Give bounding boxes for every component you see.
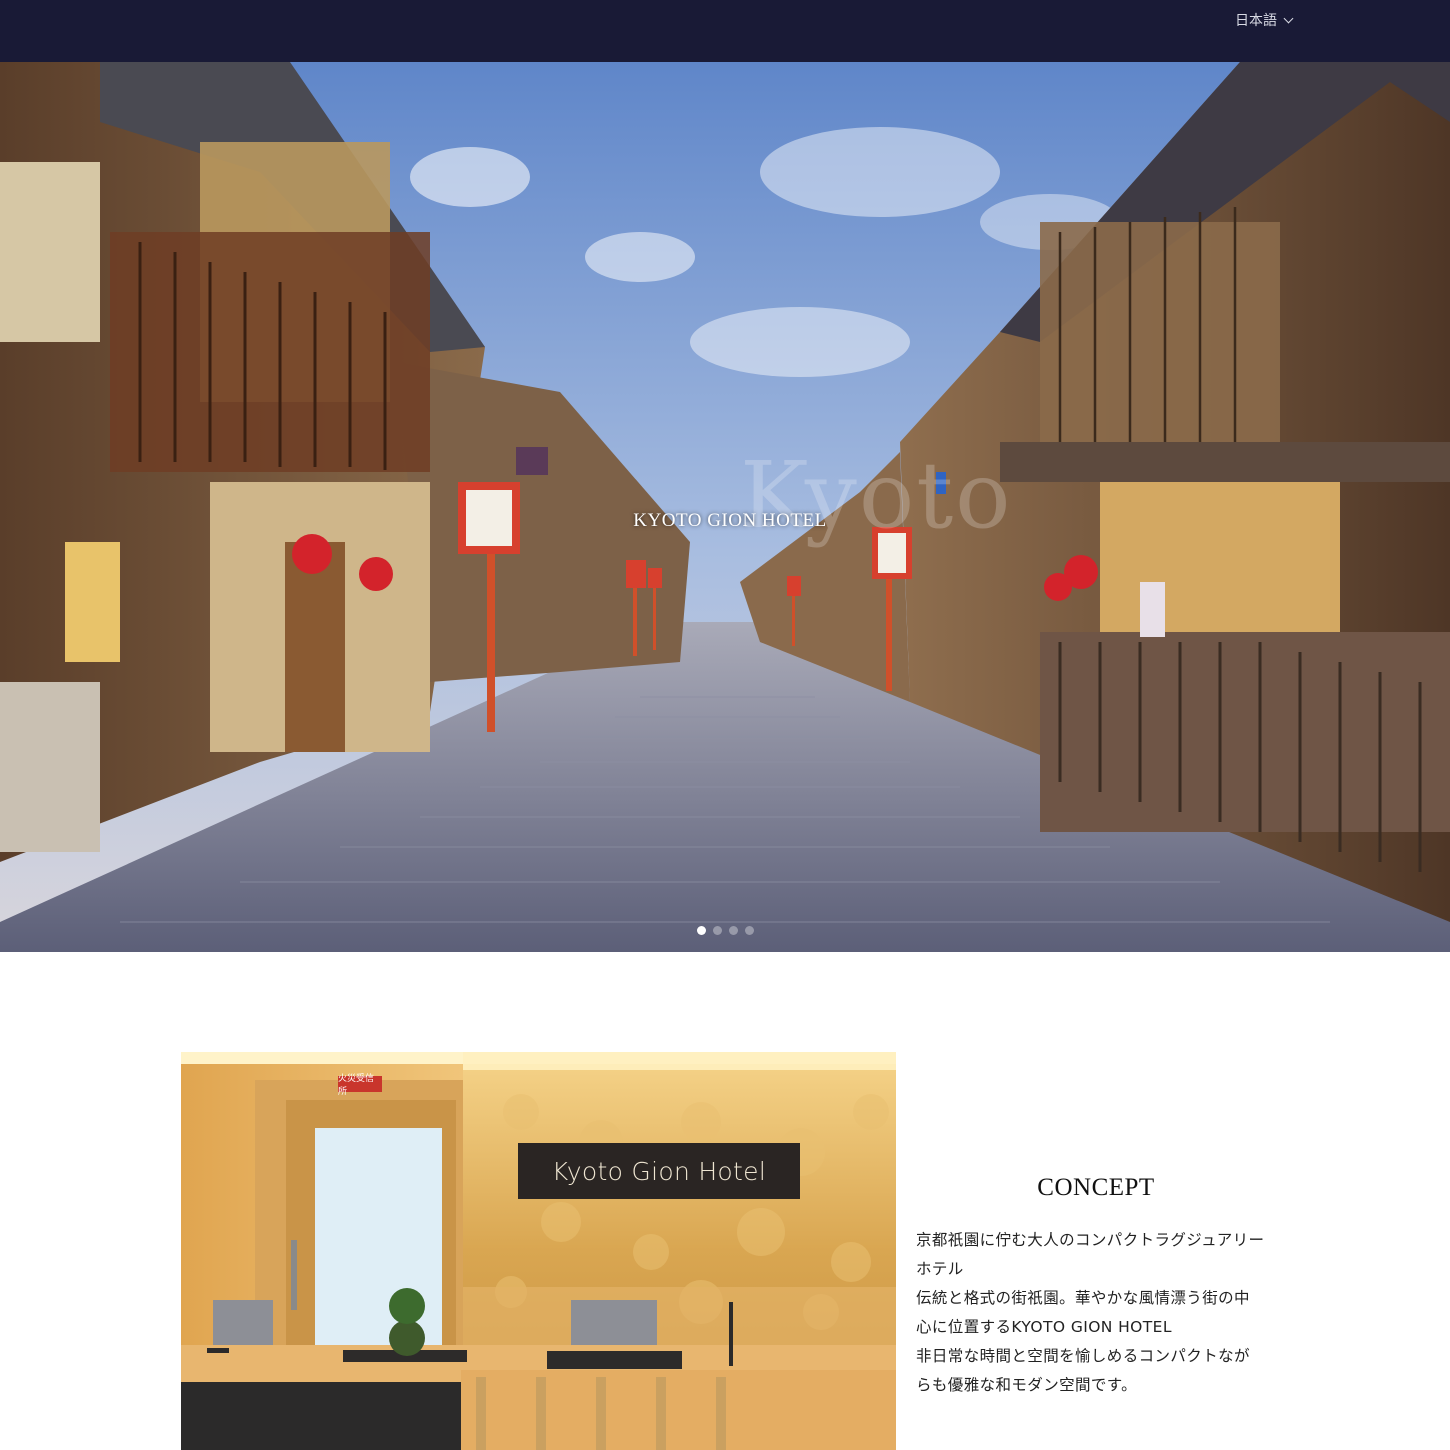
- slider-dot-4[interactable]: [745, 926, 754, 935]
- reception-image: [181, 1052, 896, 1450]
- slider-dot-1[interactable]: [697, 926, 706, 935]
- concept-line-5: 非日常な時間と空間を愉しめるコンパクトなが: [916, 1347, 1250, 1365]
- concept-line-6: らも優雅な和モダン空間です。: [916, 1376, 1138, 1394]
- concept-description: 京都祇園に佇む大人のコンパクトラグジュアリー ホテル 伝統と格式の街祇園。華やか…: [916, 1226, 1288, 1400]
- hero-watermark: Kyoto: [740, 442, 1013, 549]
- hero-title: KYOTO GION HOTEL: [633, 510, 827, 531]
- chevron-down-icon: [1283, 13, 1294, 23]
- hero-slider: Kyoto KYOTO GION HOTEL: [0, 62, 1450, 952]
- slider-dot-3[interactable]: [729, 926, 738, 935]
- slider-pagination: [697, 926, 754, 935]
- concept-line-1: 京都祇園に佇む大人のコンパクトラグジュアリー: [916, 1231, 1265, 1249]
- language-selector[interactable]: 日本語: [1235, 10, 1294, 30]
- language-label: 日本語: [1235, 13, 1277, 29]
- concept-photo-reception: [181, 1052, 896, 1450]
- concept-heading: CONCEPT: [1037, 1174, 1155, 1201]
- site-header: 日本語: [0, 0, 1450, 62]
- hotel-sign: Kyoto Gion Hotel: [518, 1143, 800, 1199]
- fire-receiver-label: 火災受信所: [338, 1074, 382, 1097]
- slider-dot-2[interactable]: [713, 926, 722, 935]
- concept-line-4: 心に位置するKYOTO GION HOTEL: [916, 1318, 1172, 1336]
- concept-line-3: 伝統と格式の街祇園。華やかな風情漂う街の中: [916, 1289, 1250, 1307]
- concept-line-2: ホテル: [916, 1260, 964, 1278]
- hero-image-gion-street: [0, 62, 1450, 952]
